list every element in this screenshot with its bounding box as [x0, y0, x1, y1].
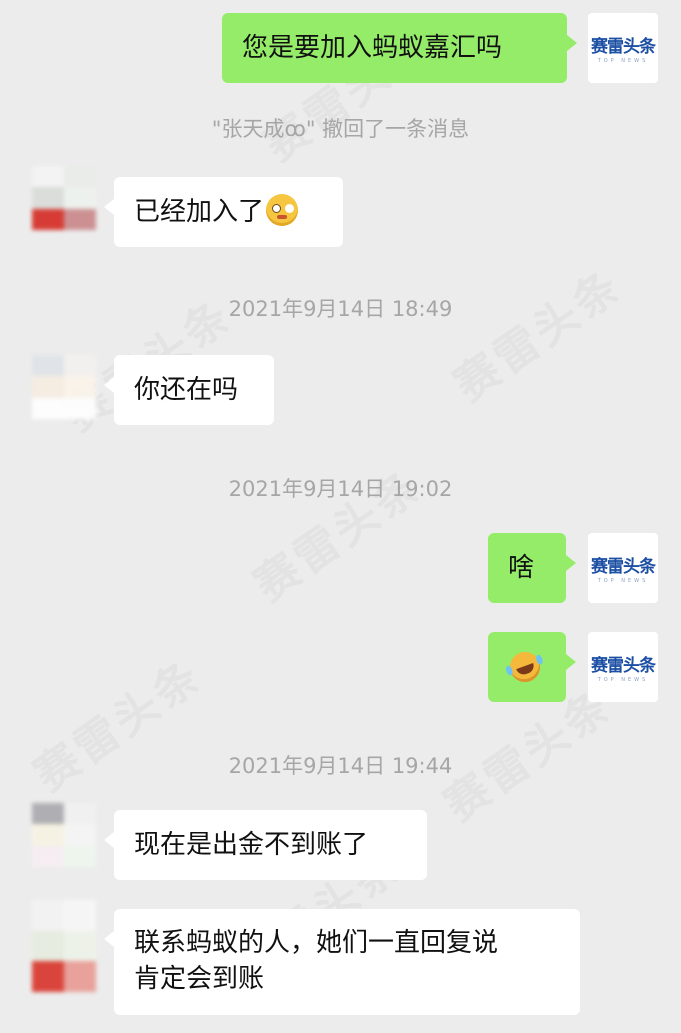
message-text: 您是要加入蚂蚁嘉汇吗	[242, 33, 503, 63]
self-avatar[interactable]: 赛雷头条 TOP NEWS	[588, 632, 658, 702]
self-avatar[interactable]: 赛雷头条 TOP NEWS	[588, 13, 658, 83]
timestamp: 2021年9月14日 19:02	[228, 477, 453, 501]
avatar-subtitle: TOP NEWS	[597, 578, 649, 584]
message-bubble-incoming[interactable]: 联系蚂蚁的人，她们一直回复说 肯定会到账	[104, 909, 580, 1015]
avatar-subtitle: TOP NEWS	[597, 677, 649, 683]
timestamp: 2021年9月14日 19:44	[228, 754, 453, 778]
message-bubble-incoming[interactable]: 现在是出金不到账了	[104, 810, 427, 880]
timestamp: 2021年9月14日 18:49	[228, 297, 453, 321]
avatar-name: 赛雷头条	[591, 37, 656, 57]
avatar-name: 赛雷头条	[591, 557, 656, 577]
recall-notice: "张天成ꝏ" 撤回了一条消息	[211, 117, 470, 141]
avatar-name: 赛雷头条	[591, 656, 656, 676]
avatar-subtitle: TOP NEWS	[597, 58, 649, 64]
self-avatar[interactable]: 赛雷头条 TOP NEWS	[588, 533, 658, 603]
message-text: 已经加入了	[134, 197, 265, 227]
watermark: 赛雷头条	[445, 259, 632, 412]
message-text-line: 联系蚂蚁的人，她们一直回复说	[134, 928, 499, 958]
contact-avatar[interactable]	[32, 355, 96, 419]
message-bubble-outgoing[interactable]	[488, 632, 576, 702]
message-bubble-outgoing[interactable]: 您是要加入蚂蚁嘉汇吗	[222, 13, 577, 83]
rolling-laugh-icon	[505, 647, 545, 687]
message-bubble-incoming[interactable]: 你还在吗	[104, 355, 274, 425]
message-bubble-outgoing[interactable]: 啥	[488, 533, 576, 603]
flushed-face-icon	[266, 194, 299, 226]
message-text: 现在是出金不到账了	[134, 830, 369, 860]
contact-avatar[interactable]	[32, 803, 96, 867]
contact-avatar[interactable]	[32, 900, 96, 992]
message-text: 你还在吗	[134, 375, 239, 405]
message-bubble-incoming[interactable]: 已经加入了	[104, 177, 343, 247]
message-text: 啥	[508, 553, 535, 583]
contact-avatar[interactable]	[32, 166, 96, 230]
message-text-line: 肯定会到账	[134, 964, 265, 994]
